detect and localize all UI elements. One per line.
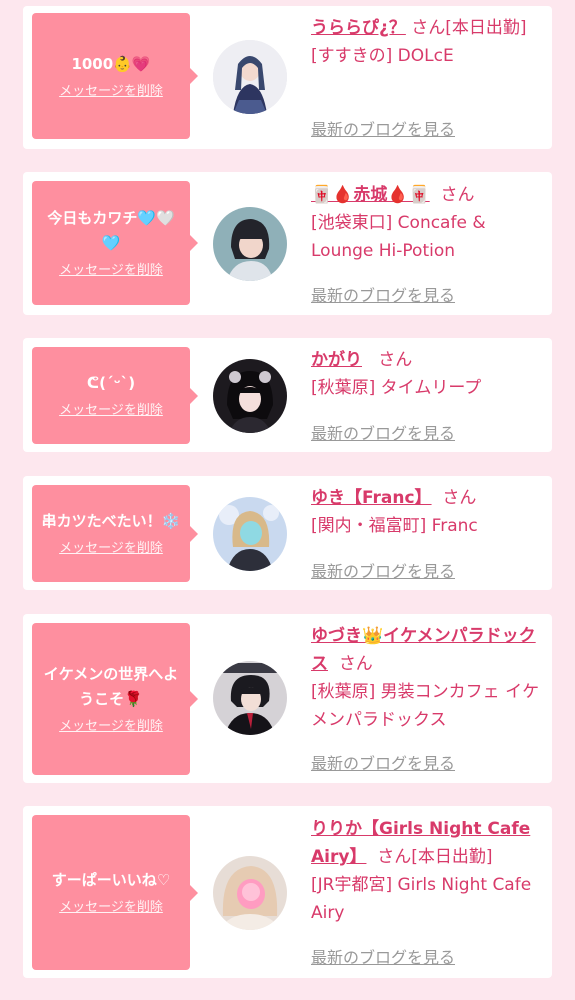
avatar[interactable] [213, 497, 287, 571]
shop-name: [すすきの] DOLcE [311, 46, 454, 66]
blog-link[interactable]: 最新のブログを見る [311, 420, 455, 444]
cast-name-link[interactable]: 🀄🩸赤城🩸🀄 [311, 185, 430, 205]
delete-message-link[interactable]: メッセージを削除 [59, 262, 163, 280]
bubble-message: 今日もカワチ🩵🤍🩵 [47, 209, 175, 252]
delete-message-link[interactable]: メッセージを削除 [59, 899, 163, 917]
honorific: さん [338, 654, 373, 674]
blog-link[interactable]: 最新のブログを見る [311, 558, 455, 582]
blog-link[interactable]: 最新のブログを見る [311, 116, 455, 140]
blog-link[interactable]: 最新のブログを見る [311, 944, 455, 968]
bubble-message: 串カツたべたい！❄️ [41, 512, 181, 530]
honorific: さん [442, 488, 477, 508]
delete-message-link[interactable]: メッセージを削除 [59, 718, 163, 736]
honorific: さん [378, 350, 413, 370]
honorific: さん [411, 18, 446, 38]
card-info: 🀄🩸赤城🩸🀄 さん [池袋東口] Concafe & Lounge Hi-Pot… [311, 181, 545, 265]
avatar[interactable] [213, 40, 287, 114]
shop-name: [池袋東口] Concafe & Lounge Hi-Potion [311, 213, 486, 261]
blog-link[interactable]: 最新のブログを見る [311, 282, 455, 306]
message-card: すーぱーいいね♡ メッセージを削除 りりか【Girls Night Cafe A… [23, 806, 552, 978]
delete-message-link[interactable]: メッセージを削除 [59, 83, 163, 101]
avatar[interactable] [213, 359, 287, 433]
status-text: [本日出勤] [411, 847, 493, 867]
card-info: うららぴ¿？ さん[本日出勤] [すすきの] DOLcE [311, 14, 545, 70]
message-bubble: 今日もカワチ🩵🤍🩵 メッセージを削除 [32, 181, 198, 305]
message-bubble: すーぱーいいね♡ メッセージを削除 [32, 815, 198, 970]
delete-message-link[interactable]: メッセージを削除 [59, 540, 163, 558]
message-card: イケメンの世界へようこそ🌹 メッセージを削除 ゆづき👑イケメンパラドックス さん… [23, 614, 552, 783]
cast-name-link[interactable]: かがり [311, 350, 362, 370]
shop-name: [秋葉原] 男装コンカフェ イケメンパラドックス [311, 682, 540, 730]
message-bubble: 串カツたべたい！❄️ メッセージを削除 [32, 485, 198, 582]
blog-link[interactable]: 最新のブログを見る [311, 750, 455, 774]
status-text: [本日出勤] [445, 18, 527, 38]
message-card: 1000👶💗 メッセージを削除 うららぴ¿？ さん[本日出勤] [すすきの] D… [23, 6, 552, 149]
card-info: ゆづき👑イケメンパラドックス さん [秋葉原] 男装コンカフェ イケメンパラドッ… [311, 622, 545, 734]
delete-message-link[interactable]: メッセージを削除 [59, 402, 163, 420]
bubble-message: イケメンの世界へようこそ🌹 [43, 665, 179, 708]
avatar[interactable] [213, 856, 287, 930]
card-info: りりか【Girls Night Cafe Airy】 さん[本日出勤] [JR宇… [311, 815, 545, 927]
honorific: さん [440, 185, 475, 205]
bubble-message: すーぱーいいね♡ [51, 871, 171, 889]
card-info: ゆき【Franc】 さん [関内・福富町] Franc [311, 484, 545, 540]
shop-name: [秋葉原] タイムリープ [311, 378, 482, 398]
message-bubble: ᕦ(ˊᵕˋ) メッセージを削除 [32, 347, 198, 444]
shop-name: [関内・福富町] Franc [311, 516, 478, 536]
avatar[interactable] [213, 661, 287, 735]
bubble-message: 1000👶💗 [71, 54, 151, 73]
message-card: 串カツたべたい！❄️ メッセージを削除 ゆき【Franc】 さん [関内・福富町… [23, 476, 552, 590]
message-card: ᕦ(ˊᵕˋ) メッセージを削除 かがり さん [秋葉原] タイムリープ 最新のブ… [23, 338, 552, 452]
bubble-message: ᕦ(ˊᵕˋ) [86, 374, 136, 392]
cast-name-link[interactable]: ゆき【Franc】 [311, 488, 432, 508]
message-card: 今日もカワチ🩵🤍🩵 メッセージを削除 🀄🩸赤城🩸🀄 さん [池袋東口] Conc… [23, 172, 552, 315]
shop-name: [JR宇都宮] Girls Night Cafe Airy [311, 875, 532, 923]
card-info: かがり さん [秋葉原] タイムリープ [311, 346, 545, 402]
message-bubble: 1000👶💗 メッセージを削除 [32, 13, 198, 139]
cast-name-link[interactable]: うららぴ¿？ [311, 18, 406, 38]
message-bubble: イケメンの世界へようこそ🌹 メッセージを削除 [32, 623, 198, 775]
avatar[interactable] [213, 207, 287, 281]
honorific: さん [377, 847, 412, 867]
